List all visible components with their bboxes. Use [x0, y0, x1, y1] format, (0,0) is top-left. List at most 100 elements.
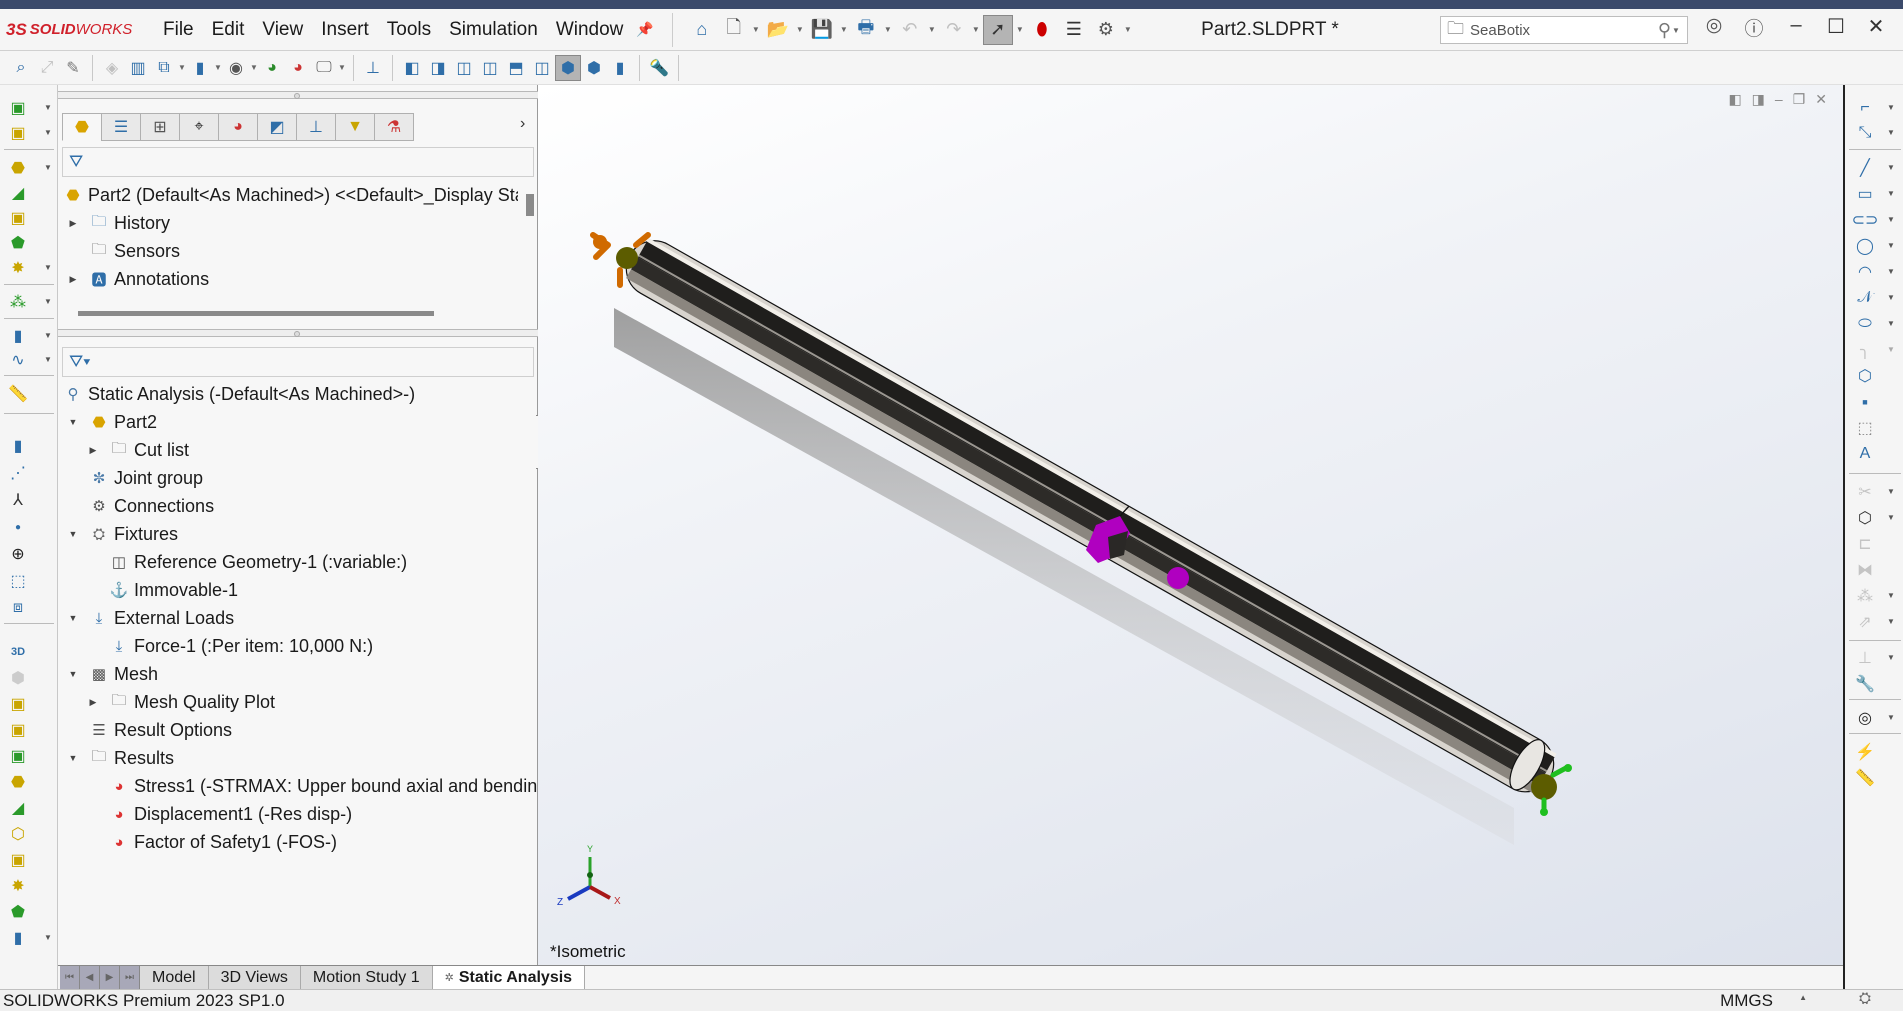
bounding-box-icon[interactable]: ⬚	[6, 570, 30, 592]
chevron-down-icon[interactable]: ▼	[927, 25, 937, 34]
structural-member-icon[interactable]: ▣	[6, 693, 30, 715]
chevron-down-icon[interactable]: ▼	[1887, 345, 1895, 354]
left-view-icon[interactable]: ◫	[451, 55, 477, 81]
point-icon[interactable]: ●	[6, 516, 30, 538]
sim-tree-item[interactable]: ▼ ▩ Mesh	[66, 661, 158, 687]
study-root[interactable]: ⚲ Static Analysis (-Default<As Machined>…	[62, 381, 416, 407]
chevron-down-icon[interactable]: ▼	[1887, 653, 1895, 662]
tree-item-history[interactable]: ▶ 🗀 History	[66, 210, 170, 236]
draft-icon[interactable]: ⬟	[6, 232, 30, 254]
extruded-boss-icon[interactable]: ▣	[6, 97, 30, 119]
chevron-down-icon[interactable]: ▼	[1671, 26, 1681, 35]
chevron-down-icon[interactable]: ▼	[44, 355, 52, 364]
rebuild-status-icon[interactable]: ⛭	[1859, 990, 1871, 1007]
chevron-down-icon[interactable]: ▼	[44, 297, 52, 306]
menu-file[interactable]: File	[154, 19, 203, 41]
chevron-down-icon[interactable]: ▼	[1887, 591, 1895, 600]
top-view-icon[interactable]: ⬒	[503, 55, 529, 81]
previous-view-icon[interactable]: ✎	[60, 55, 86, 81]
collapse-icon[interactable]: ▼	[66, 613, 80, 623]
chevron-down-icon[interactable]: ▼	[177, 63, 187, 72]
expand-icon[interactable]: ▶	[86, 445, 100, 456]
horizontal-scrollbar-thumb[interactable]	[78, 311, 434, 316]
normal-to-icon[interactable]: ⊥	[360, 55, 386, 81]
expand-icon[interactable]: ▶	[86, 697, 100, 708]
sim-tree-item[interactable]: ⚓ Immovable-1	[86, 577, 238, 603]
undo-icon[interactable]: ↶	[895, 15, 925, 45]
select-icon[interactable]: ➚	[982, 14, 1013, 45]
view-orientation-icon[interactable]: ⧉	[151, 55, 177, 81]
chevron-down-icon[interactable]: ▼	[1887, 617, 1895, 626]
solidworks-logo[interactable]: 3S SOLID WORKS	[6, 20, 146, 40]
mirror-entities-icon[interactable]: ⧓	[1853, 559, 1877, 581]
chevron-down-icon[interactable]: ▼	[1887, 241, 1895, 250]
view-settings-icon[interactable]: 🖵	[311, 55, 337, 81]
move-entities-icon[interactable]: ⇗	[1853, 611, 1877, 633]
axis-icon[interactable]: ⋰	[6, 462, 30, 484]
spline-icon[interactable]: 𝒩	[1853, 287, 1877, 309]
3d-sketch-icon[interactable]: 3D	[6, 641, 30, 663]
maximize-button[interactable]: ☐	[1818, 14, 1854, 39]
splitter-handle[interactable]	[294, 93, 300, 99]
chevron-down-icon[interactable]: ▼	[1887, 713, 1895, 722]
isometric-view-icon[interactable]: ⬢	[555, 54, 581, 81]
chevron-down-icon[interactable]: ▼	[1887, 163, 1895, 172]
sim-tree-item[interactable]: ▼ ⤓ External Loads	[66, 605, 235, 631]
sim-tree-item[interactable]: ☰ Result Options	[66, 717, 232, 743]
sim-tree-item[interactable]: ▼ ⬣ Part2	[66, 409, 158, 435]
sketch-icon[interactable]: ⌐	[1853, 97, 1877, 119]
propertymanager-tab[interactable]: ☰	[101, 113, 141, 141]
fillet-sketch-icon[interactable]: ╮	[1853, 339, 1877, 361]
chevron-down-icon[interactable]: ▼	[971, 25, 981, 34]
last-tab-icon[interactable]: ⏭	[120, 966, 140, 989]
panel-splitter[interactable]	[58, 329, 538, 337]
sim-tree-item[interactable]: ⚙ Connections	[66, 493, 214, 519]
search-icon[interactable]: ⚲	[1658, 20, 1671, 41]
chevron-down-icon[interactable]: ▼	[1887, 267, 1895, 276]
ellipse-icon[interactable]: ⬭	[1853, 313, 1877, 335]
menu-tools[interactable]: Tools	[378, 19, 440, 41]
options-icon[interactable]: ⚙	[1091, 15, 1121, 45]
right-view-icon[interactable]: ◫	[477, 55, 503, 81]
chevron-down-icon[interactable]: ▼	[337, 63, 347, 72]
panel-splitter[interactable]	[58, 91, 538, 99]
cut-list-icon[interactable]: ▣	[6, 849, 30, 871]
new-document-icon[interactable]: 🗋	[719, 15, 749, 45]
mate-reference-icon[interactable]: ⧈	[6, 597, 30, 619]
collapse-icon[interactable]: ▼	[66, 669, 80, 679]
chevron-down-icon[interactable]: ▼	[1887, 319, 1895, 328]
redo-icon[interactable]: ↷	[939, 15, 969, 45]
instant2d-icon[interactable]: 📏	[1853, 767, 1877, 789]
home-icon[interactable]: ⌂	[687, 15, 717, 45]
chevron-down-icon[interactable]: ▼	[44, 128, 52, 137]
reference-geometry-icon[interactable]: ▮	[6, 325, 30, 347]
account-icon[interactable]: ◎	[1696, 14, 1732, 37]
plane-icon[interactable]: ▮	[6, 435, 30, 457]
line-icon[interactable]: ╱	[1853, 157, 1877, 179]
menu-simulation[interactable]: Simulation	[440, 19, 547, 41]
slot-icon[interactable]: ⊂⊃	[1852, 209, 1879, 231]
trim-entities-icon[interactable]: ✂	[1853, 481, 1877, 503]
sim-tree-item[interactable]: ✼ Joint group	[66, 465, 203, 491]
display-relations-icon[interactable]: ⊥	[1853, 647, 1877, 669]
tab-3d-views[interactable]: 3D Views	[208, 966, 301, 989]
chevron-down-icon[interactable]: ▼	[1015, 25, 1025, 34]
chevron-down-icon[interactable]: ▼	[1887, 128, 1895, 137]
close-button[interactable]: ✕	[1858, 14, 1894, 39]
gusset-icon[interactable]: ◢	[6, 797, 30, 819]
chevron-up-icon[interactable]: ▲	[1799, 993, 1807, 1002]
draft-icon-2[interactable]: ⬟	[6, 901, 30, 923]
chevron-down-icon[interactable]: ▼	[44, 163, 52, 172]
dynamic-annotation-icon[interactable]: ▥	[125, 55, 151, 81]
graphics-area[interactable]: ◧ ◨ – ❐ ✕ Y Z X	[538, 85, 1843, 965]
cam-toolpath-tab[interactable]: ▼	[335, 113, 375, 141]
chevron-down-icon[interactable]: ▼	[44, 263, 52, 272]
tree-root-part2[interactable]: ⬣ Part2 (Default<As Machined>) <<Default…	[62, 182, 518, 208]
repair-sketch-icon[interactable]: 🔧	[1853, 673, 1877, 695]
fillet-icon[interactable]: ⬣	[6, 157, 30, 179]
quick-snaps-icon[interactable]: ◎	[1853, 707, 1877, 729]
convert-entities-icon[interactable]: ⬡	[1853, 507, 1877, 529]
chevron-down-icon[interactable]: ▼	[751, 25, 761, 34]
section-view-icon[interactable]: ◈	[99, 55, 125, 81]
sim-tree-item[interactable]: ◕ Stress1 (-STRMAX: Upper bound axial and…	[86, 773, 553, 799]
